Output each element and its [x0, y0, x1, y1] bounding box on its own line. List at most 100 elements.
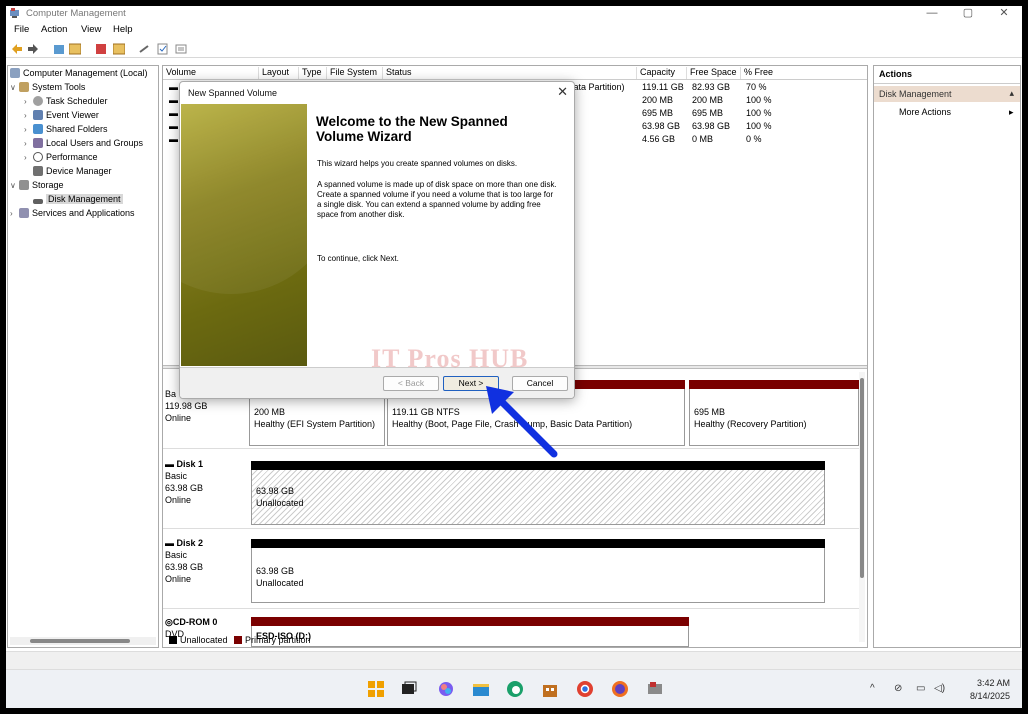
volume-icon: ▬ — [169, 95, 178, 105]
col-file-system[interactable]: File System — [327, 67, 383, 79]
store-icon[interactable] — [541, 680, 559, 698]
toolbar — [6, 40, 1022, 58]
menu-help[interactable]: Help — [113, 24, 133, 35]
cdrom-partition[interactable]: ESD-ISO (D:) — [251, 617, 689, 647]
maximize-button[interactable]: ▢ — [950, 6, 986, 22]
performance-icon — [33, 152, 43, 162]
tree-device-manager[interactable]: Device Manager — [33, 164, 112, 178]
menu-file[interactable]: File — [14, 24, 29, 35]
edge-icon[interactable] — [506, 680, 524, 698]
shared-folder-icon — [33, 124, 43, 134]
taskbar: ^ ⊘ ▭ ◁) 3:42 AM 8/14/2025 — [6, 669, 1022, 708]
back-icon[interactable] — [11, 43, 23, 55]
help-icon[interactable] — [95, 43, 107, 55]
tree-local-users[interactable]: › Local Users and Groups — [24, 136, 143, 150]
properties-icon[interactable] — [113, 43, 125, 55]
copilot-icon[interactable] — [437, 680, 455, 698]
file-explorer-icon[interactable] — [472, 680, 490, 698]
volume-icon[interactable]: ◁) — [934, 683, 945, 694]
tree-horizontal-scrollbar[interactable] — [10, 637, 156, 645]
collapse-icon[interactable]: ▴ — [1009, 88, 1014, 99]
tree-system-tools[interactable]: ∨ System Tools — [10, 80, 85, 94]
primary-partition-bar — [251, 617, 689, 626]
col-layout[interactable]: Layout — [259, 67, 299, 79]
scroll-thumb[interactable] — [30, 639, 130, 643]
computer-icon — [10, 68, 20, 78]
close-button[interactable]: ✕ — [986, 6, 1022, 22]
expand-icon[interactable]: › — [24, 95, 33, 109]
tree-event-viewer[interactable]: › Event Viewer — [24, 108, 99, 122]
connect-icon[interactable] — [139, 43, 151, 55]
device-manager-icon — [33, 166, 43, 176]
minimize-button[interactable]: — — [914, 6, 950, 22]
col-capacity[interactable]: Capacity — [637, 67, 687, 79]
tree-performance[interactable]: › Performance — [24, 150, 98, 164]
actions-pane: Actions Disk Management ▴ More Actions ▸ — [873, 65, 1021, 648]
col-volume[interactable]: Volume — [163, 67, 259, 79]
computer-management-taskbar-icon[interactable] — [646, 680, 664, 698]
wizard-description-text: A spanned volume is made up of disk spac… — [317, 180, 557, 219]
disk-icon: ▬ — [165, 538, 177, 548]
show-hide-tree-icon[interactable] — [69, 43, 81, 55]
actions-section-disk-management[interactable]: Disk Management ▴ — [874, 86, 1020, 102]
disk1-unallocated[interactable]: 63.98 GB Unallocated — [251, 461, 825, 525]
tree-disk-management[interactable]: Disk Management — [33, 192, 123, 206]
disk-icon: ▬ — [165, 459, 177, 469]
disk1-info[interactable]: ▬ Disk 1 Basic 63.98 GB Online — [165, 458, 245, 506]
menu-action[interactable]: Action — [41, 24, 67, 35]
collapse-icon[interactable]: ∨ — [10, 179, 19, 193]
col-status[interactable]: Status — [383, 67, 637, 79]
status-bar — [6, 651, 1022, 669]
volume-icon: ▬ — [169, 108, 178, 118]
check-icon[interactable] — [157, 43, 169, 55]
expand-icon[interactable]: › — [24, 151, 33, 165]
disk2-info[interactable]: ▬ Disk 2 Basic 63.98 GB Online — [165, 537, 245, 585]
disk0-recovery-partition[interactable]: 695 MB Healthy (Recovery Partition) — [689, 380, 859, 446]
col-free-space[interactable]: Free Space — [687, 67, 741, 79]
tree-services[interactable]: › Services and Applications — [10, 206, 135, 220]
col-percent-free[interactable]: % Free — [741, 67, 867, 79]
task-view-icon[interactable] — [400, 680, 418, 698]
back-button[interactable]: < Back — [383, 376, 439, 391]
cdrom-icon: ◎ — [165, 617, 173, 627]
network-icon[interactable]: ⊘ — [894, 683, 902, 694]
firefox-icon[interactable] — [611, 680, 629, 698]
col-type[interactable]: Type — [299, 67, 327, 79]
more-actions[interactable]: More Actions — [899, 107, 951, 117]
display-icon[interactable]: ▭ — [916, 683, 925, 694]
event-viewer-icon — [33, 110, 43, 120]
system-clock[interactable]: 3:42 AM 8/14/2025 — [970, 677, 1010, 703]
expand-icon[interactable]: › — [24, 109, 33, 123]
expand-icon[interactable]: › — [10, 207, 19, 221]
menu-view[interactable]: View — [81, 24, 101, 35]
volume-icon: ▬ — [169, 82, 178, 92]
tree-task-scheduler[interactable]: › Task Scheduler — [24, 94, 108, 108]
watermark: IT Pros HUB — [371, 344, 529, 373]
tree-storage[interactable]: ∨ Storage — [10, 178, 64, 192]
disk-vertical-scrollbar[interactable] — [859, 372, 865, 642]
desktop-screen: Computer Management — ▢ ✕ File Action Vi… — [6, 6, 1022, 708]
legend: Unallocated Primary partition — [169, 635, 311, 647]
tree-root[interactable]: Computer Management (Local) — [10, 66, 148, 80]
wizard-side-banner — [180, 82, 341, 366]
primary-partition-bar — [689, 380, 859, 389]
windows-start-icon[interactable] — [367, 680, 385, 698]
forward-icon[interactable] — [27, 43, 39, 55]
services-icon — [19, 208, 29, 218]
tray-overflow-icon[interactable]: ^ — [870, 683, 875, 694]
expand-icon[interactable]: › — [24, 123, 33, 137]
list-icon[interactable] — [175, 43, 187, 55]
storage-icon — [19, 180, 29, 190]
expand-icon[interactable]: › — [24, 137, 33, 151]
collapse-icon[interactable]: ∨ — [10, 81, 19, 95]
disk2-unallocated[interactable]: 63.98 GB Unallocated — [251, 539, 825, 603]
wizard-heading: Welcome to the New Spanned Volume Wizard — [316, 114, 508, 144]
chrome-icon[interactable] — [576, 680, 594, 698]
users-icon — [33, 138, 43, 148]
volume-icon: ▬ — [169, 134, 178, 144]
scroll-thumb[interactable] — [860, 378, 864, 578]
up-icon[interactable] — [53, 43, 65, 55]
dialog-close-button[interactable]: ✕ — [557, 84, 568, 100]
tree-shared-folders[interactable]: › Shared Folders — [24, 122, 108, 136]
volume-icon: ▬ — [169, 121, 178, 131]
